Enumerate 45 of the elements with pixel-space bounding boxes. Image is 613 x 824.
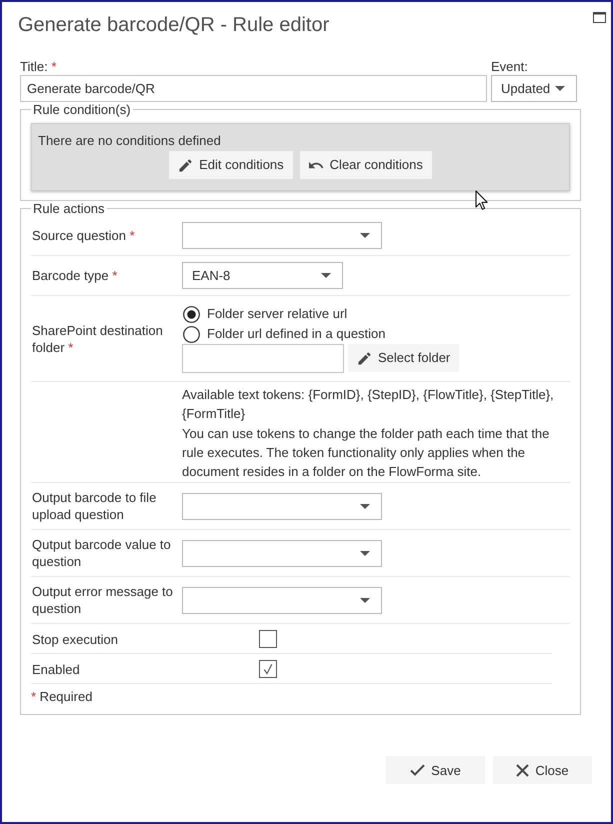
- radio-button[interactable]: [183, 326, 200, 342]
- field-label: Output barcode to file upload question: [32, 489, 158, 524]
- field-label: Event:: [491, 58, 529, 75]
- caret-icon: [360, 504, 370, 509]
- radio-button[interactable]: [183, 306, 200, 322]
- save-button[interactable]: Save: [386, 756, 485, 784]
- check-icon: [410, 764, 426, 776]
- field-label: Title: *: [20, 58, 58, 75]
- required-note: * Required: [31, 688, 94, 706]
- field-label: Qutput barcode value to question: [32, 536, 172, 570]
- checkbox[interactable]: [259, 660, 277, 678]
- field-label: Source question *: [32, 227, 136, 244]
- caret-icon: [360, 233, 370, 238]
- caret-icon: [360, 598, 370, 603]
- field-label: Enabled: [32, 660, 81, 678]
- title-input[interactable]: Generate barcode/QR: [20, 75, 487, 102]
- mouse-pointer-icon: [475, 190, 488, 211]
- close-icon: [516, 764, 530, 777]
- pencil-icon: [357, 350, 372, 366]
- field-label: Stop execution: [32, 630, 120, 648]
- select-folder-button[interactable]: Select folder: [348, 344, 460, 372]
- toolbar-button[interactable]: Edit conditions: [169, 151, 293, 179]
- section-legend: Rule actions: [31, 201, 107, 216]
- dropdown[interactable]: EAN-8: [182, 262, 343, 289]
- help-text: Available text tokens: {FormID}, {StepID}, {FlowTitle}, {StepTitle}, {FormTitle}: [182, 386, 555, 424]
- folder-input[interactable]: [182, 344, 344, 373]
- radio-label: Folder server relative url: [207, 305, 348, 324]
- dialog-title: Generate barcode/QR - Rule editor: [18, 13, 330, 37]
- dropdown[interactable]: Updated: [491, 75, 577, 102]
- pencil-icon: [178, 158, 194, 172]
- empty-message: There are no conditions defined: [38, 132, 222, 149]
- undo-icon: [308, 160, 324, 170]
- caret-icon: [555, 86, 565, 91]
- toolbar-button[interactable]: Clear conditions: [300, 151, 432, 179]
- maximize-icon[interactable]: [593, 12, 606, 23]
- caret-icon: [321, 273, 331, 278]
- radio-label: Folder url defined in a question: [207, 325, 386, 344]
- caret-icon: [360, 550, 370, 556]
- help-text: You can use tokens to change the folder path each time that the rule executes. The token functionality only applies when the document resides in a folder on the FlowForma site.: [182, 424, 550, 482]
- field-label: Barcode type *: [32, 267, 118, 284]
- field-label: SharePoint destination folder *: [32, 322, 164, 356]
- section-legend: Rule condition(s): [31, 102, 133, 117]
- close-button[interactable]: Close: [493, 756, 592, 784]
- checkbox[interactable]: [259, 630, 277, 648]
- field-label: Output error message to question: [32, 583, 174, 618]
